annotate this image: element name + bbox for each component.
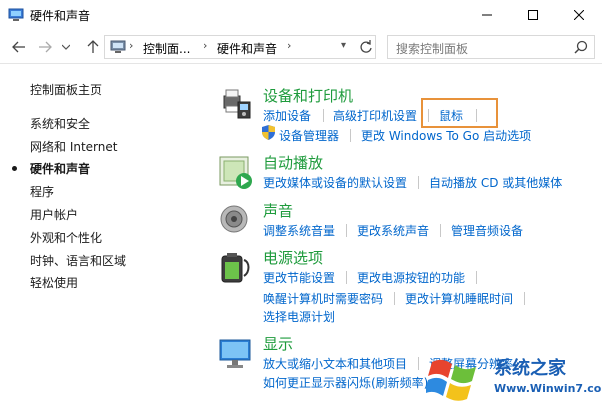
maximize-icon xyxy=(528,10,538,20)
title-bar: 硬件和声音 xyxy=(0,0,602,30)
sidebar-item-user-accounts[interactable]: 用户帐户 xyxy=(30,206,78,223)
link-windows-to-go[interactable]: 更改 Windows To Go 启动选项 xyxy=(361,127,531,144)
speaker-icon xyxy=(220,205,248,233)
link-adjust-volume[interactable]: 调整系统音量 xyxy=(263,222,335,239)
window-title: 硬件和声音 xyxy=(30,9,91,23)
category-title-display[interactable]: 显示 xyxy=(263,333,293,354)
minimize-icon xyxy=(482,14,492,16)
search-icon[interactable] xyxy=(574,40,588,54)
back-button[interactable] xyxy=(10,38,28,56)
search-placeholder: 搜索控制面板 xyxy=(396,42,469,56)
link-device-manager[interactable]: 设备管理器 xyxy=(279,127,339,144)
sidebar-item-appearance[interactable]: 外观和个性化 xyxy=(30,229,102,246)
link-add-device[interactable]: 添加设备 xyxy=(263,107,311,124)
sidebar-item-system-security[interactable]: 系统和安全 xyxy=(30,115,90,132)
link-separator xyxy=(476,271,477,284)
link-manage-audio-devices[interactable]: 管理音频设备 xyxy=(451,222,523,239)
category-title-autoplay[interactable]: 自动播放 xyxy=(263,152,323,173)
breadcrumb-separator-icon: › xyxy=(203,39,208,52)
link-change-sleep-time[interactable]: 更改计算机睡眠时间 xyxy=(405,290,513,307)
sidebar-item-network[interactable]: 网络和 Internet xyxy=(30,138,117,155)
category-title-power[interactable]: 电源选项 xyxy=(263,247,323,268)
up-button[interactable] xyxy=(84,38,102,56)
search-input[interactable]: 搜索控制面板 xyxy=(387,35,595,59)
category-title-devices[interactable]: 设备和打印机 xyxy=(263,85,353,106)
breadcrumb-hardware-sound[interactable]: 硬件和声音 xyxy=(217,40,277,57)
close-icon xyxy=(574,10,584,20)
sidebar-item-home[interactable]: 控制面板主页 xyxy=(30,81,102,98)
link-autoplay-cd[interactable]: 自动播放 CD 或其他媒体 xyxy=(429,174,562,191)
battery-icon xyxy=(221,253,250,283)
close-button[interactable] xyxy=(556,0,602,30)
breadcrumb-control-panel[interactable]: 控制面... xyxy=(143,40,190,57)
sidebar: 控制面板主页 系统和安全 网络和 Internet 硬件和声音 程序 用户帐户 … xyxy=(0,64,200,404)
navigation-bar: › 控制面... › 硬件和声音 › ▾ 搜索控制面板 xyxy=(0,30,602,64)
link-resize-text[interactable]: 放大或缩小文本和其他项目 xyxy=(263,355,407,372)
address-bar[interactable]: › 控制面... › 硬件和声音 › ▾ xyxy=(104,35,376,59)
uac-shield-icon xyxy=(262,125,275,140)
chevron-down-icon xyxy=(62,44,70,50)
address-dropdown-icon[interactable]: ▾ xyxy=(341,40,346,51)
link-separator xyxy=(418,176,419,189)
link-change-power-buttons[interactable]: 更改电源按钮的功能 xyxy=(357,269,465,286)
maximize-button[interactable] xyxy=(510,0,556,30)
sidebar-item-ease-of-access[interactable]: 轻松使用 xyxy=(30,274,78,291)
active-indicator-icon xyxy=(12,166,17,171)
windows-logo-icon xyxy=(426,359,476,401)
link-advanced-printer-settings[interactable]: 高级打印机设置 xyxy=(333,107,417,124)
sidebar-item-clock-region[interactable]: 时钟、语言和区域 xyxy=(30,252,126,269)
link-require-password-wake[interactable]: 唤醒计算机时需要密码 xyxy=(263,290,383,307)
refresh-icon[interactable] xyxy=(359,39,373,55)
recent-dropdown-button[interactable] xyxy=(60,38,72,56)
link-separator xyxy=(346,271,347,284)
link-separator xyxy=(346,224,347,237)
sidebar-item-hardware-sound[interactable]: 硬件和声音 xyxy=(30,160,90,177)
monitor-icon xyxy=(219,339,251,368)
highlight-box xyxy=(421,98,498,128)
category-title-sound[interactable]: 声音 xyxy=(263,200,293,221)
sidebar-item-programs[interactable]: 程序 xyxy=(30,183,54,200)
link-change-media-defaults[interactable]: 更改媒体或设备的默认设置 xyxy=(263,174,407,191)
up-arrow-icon xyxy=(87,40,99,53)
link-separator xyxy=(323,109,324,122)
breadcrumb-separator-icon: › xyxy=(287,39,292,52)
link-separator xyxy=(524,292,525,305)
forward-arrow-icon xyxy=(39,41,52,53)
back-arrow-icon xyxy=(12,41,25,53)
link-change-system-sounds[interactable]: 更改系统声音 xyxy=(357,222,429,239)
watermark: 系统之家 Www.Winwin7.com xyxy=(404,348,602,404)
link-choose-power-plan[interactable]: 选择电源计划 xyxy=(263,308,335,325)
control-panel-small-icon xyxy=(110,40,126,53)
minimize-button[interactable] xyxy=(464,0,510,30)
link-separator xyxy=(440,224,441,237)
forward-button[interactable] xyxy=(36,38,54,56)
breadcrumb-separator-icon: › xyxy=(129,39,134,52)
printer-icon xyxy=(223,89,251,119)
link-separator xyxy=(394,292,395,305)
autoplay-icon xyxy=(219,156,252,189)
control-panel-icon xyxy=(8,8,24,21)
watermark-brand: 系统之家 xyxy=(494,358,566,379)
link-change-power-saving[interactable]: 更改节能设置 xyxy=(263,269,335,286)
watermark-url: Www.Winwin7.com xyxy=(494,382,602,395)
link-separator xyxy=(350,129,351,142)
